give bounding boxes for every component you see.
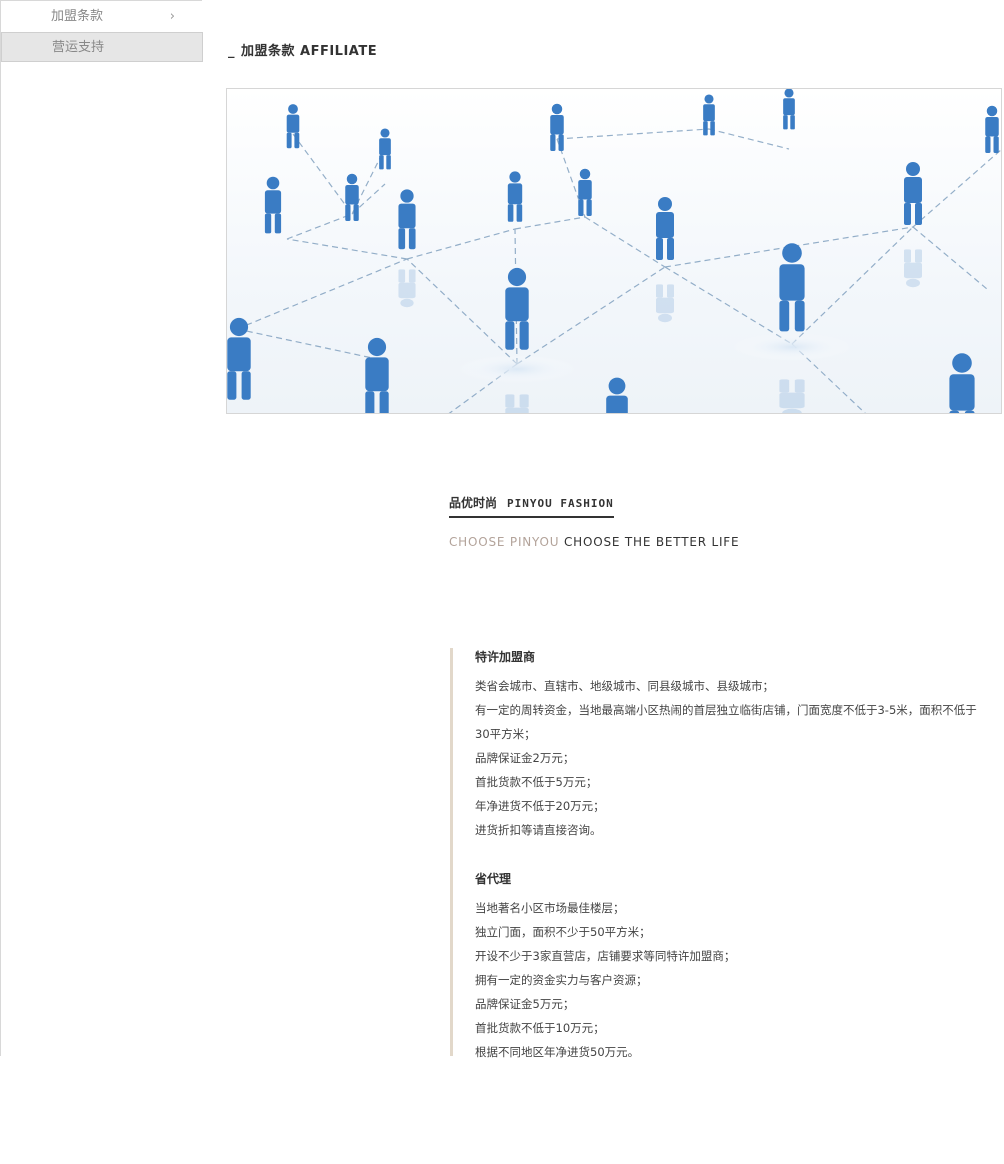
- network-people-illustration: [227, 89, 1001, 413]
- list-item: 根据不同地区年净进货50万元。: [475, 1045, 640, 1059]
- list-item: 年净进货不低于20万元；: [475, 799, 605, 813]
- brand-cn: 品优时尚: [449, 496, 498, 510]
- affiliate-terms-content: 特许加盟商 类省会城市、直辖市、地级城市、同县级城市、县级城市； 有一定的周转资…: [450, 648, 1004, 1059]
- list-item: 首批货款不低于5万元；: [475, 775, 598, 789]
- slogan: CHOOSE PINYOU CHOOSE THE BETTER LIFE: [449, 535, 739, 549]
- section-title: 特许加盟商: [475, 650, 536, 664]
- title-dash: _: [228, 44, 235, 59]
- list-item: 类省会城市、直辖市、地级城市、同县级城市、县级城市；: [475, 679, 774, 693]
- chevron-right-icon: ›: [169, 9, 175, 24]
- page-title: _ 加盟条款 AFFILIATE: [228, 40, 377, 59]
- list-item: 开设不少于3家直营店，店铺要求等同特许加盟商；: [475, 949, 736, 963]
- sidebar-item-label: 加盟条款: [51, 9, 104, 24]
- slogan-part1: CHOOSE PINYOU: [449, 535, 560, 549]
- brand-title: 品优时尚 PINYOU FASHION: [449, 494, 614, 518]
- sidebar-item-affiliate-terms[interactable]: 加盟条款 ›: [1, 2, 203, 32]
- section-title: 省代理: [475, 872, 512, 886]
- list-item: 当地著名小区市场最佳楼层；: [475, 901, 625, 915]
- sidebar: 加盟条款 › 营运支持: [0, 0, 203, 1056]
- list-item: 首批货款不低于10万元；: [475, 1021, 605, 1035]
- list-item: 独立门面，面积不少于50平方米；: [475, 925, 651, 939]
- sidebar-item-operation-support[interactable]: 营运支持: [1, 32, 203, 62]
- slogan-part2: CHOOSE THE BETTER LIFE: [564, 535, 740, 549]
- banner-image: [226, 88, 1002, 414]
- list-item: 有一定的周转资金，当地最高端小区热闹的首层独立临街店铺，门面宽度不低于3-5米，…: [475, 703, 977, 717]
- list-item: 品牌保证金2万元；: [475, 751, 575, 765]
- list-item: 品牌保证金5万元；: [475, 997, 575, 1011]
- page-title-text: 加盟条款 AFFILIATE: [241, 44, 378, 59]
- list-item: 拥有一定的资金实力与客户资源；: [475, 973, 648, 987]
- sidebar-item-label: 营运支持: [52, 40, 105, 55]
- brand-en: PINYOU FASHION: [507, 497, 614, 510]
- list-item: 进货折扣等请直接咨询。: [475, 823, 602, 837]
- list-item: 30平方米；: [475, 727, 536, 741]
